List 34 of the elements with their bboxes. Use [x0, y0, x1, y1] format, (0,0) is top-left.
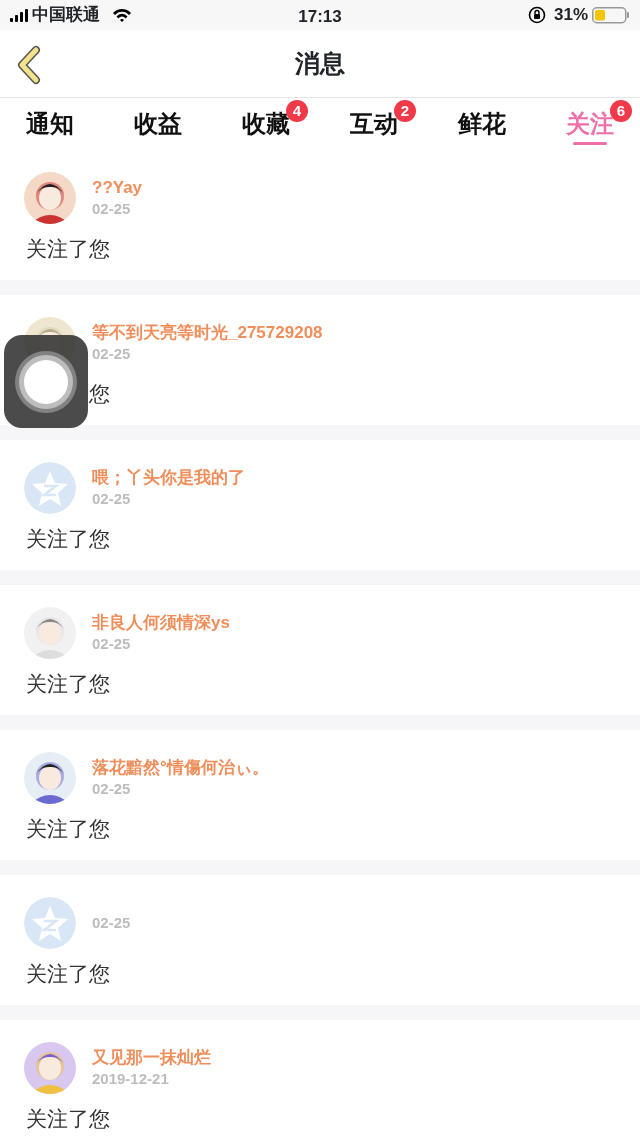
tab[interactable]: 通知	[6, 98, 94, 150]
date: 02-25	[92, 199, 132, 219]
wifi-icon	[112, 8, 132, 22]
message-text: 您	[88, 381, 111, 407]
date: 2019-12-21	[92, 1069, 170, 1089]
date: 02-25	[92, 489, 132, 509]
message-text: 关注了您	[25, 236, 111, 262]
tab[interactable]: 鲜花	[438, 98, 526, 150]
default-avatar-icon	[24, 897, 76, 949]
user-name[interactable]: 非良人何须情深ys	[92, 612, 230, 634]
date: 02-25	[92, 913, 131, 933]
battery-icon	[592, 6, 630, 24]
default-avatar-icon	[24, 462, 76, 514]
carrier-name: 中国联通	[32, 4, 100, 27]
rotation-lock-icon	[527, 6, 546, 24]
tab[interactable]: 收益	[114, 98, 202, 150]
message-text: 关注了您	[25, 671, 111, 697]
date: 02-25	[92, 344, 132, 364]
date: 02-25	[92, 779, 132, 799]
message-text: 关注了您	[25, 961, 111, 987]
assistive-touch-button[interactable]	[4, 335, 88, 428]
page-title: 消息	[295, 47, 345, 79]
battery-percent: 31%	[553, 4, 588, 27]
message-text: 关注了您	[25, 816, 111, 842]
user-name[interactable]: 喂；丫头你是我的了	[92, 467, 245, 489]
user-name[interactable]: ??Yay	[92, 177, 143, 199]
user-name[interactable]: 等不到天亮等时光_275729208	[92, 322, 323, 344]
signal-icon	[10, 8, 28, 22]
date: 02-25	[92, 634, 132, 654]
clock: 17:13	[298, 6, 342, 28]
message-text: 关注了您	[25, 1106, 111, 1132]
user-name[interactable]: 落花黯然°情傷何治ぃ。	[92, 757, 269, 779]
user-name[interactable]: 又见那一抹灿烂	[92, 1047, 211, 1069]
message-text: 关注了您	[25, 526, 111, 552]
